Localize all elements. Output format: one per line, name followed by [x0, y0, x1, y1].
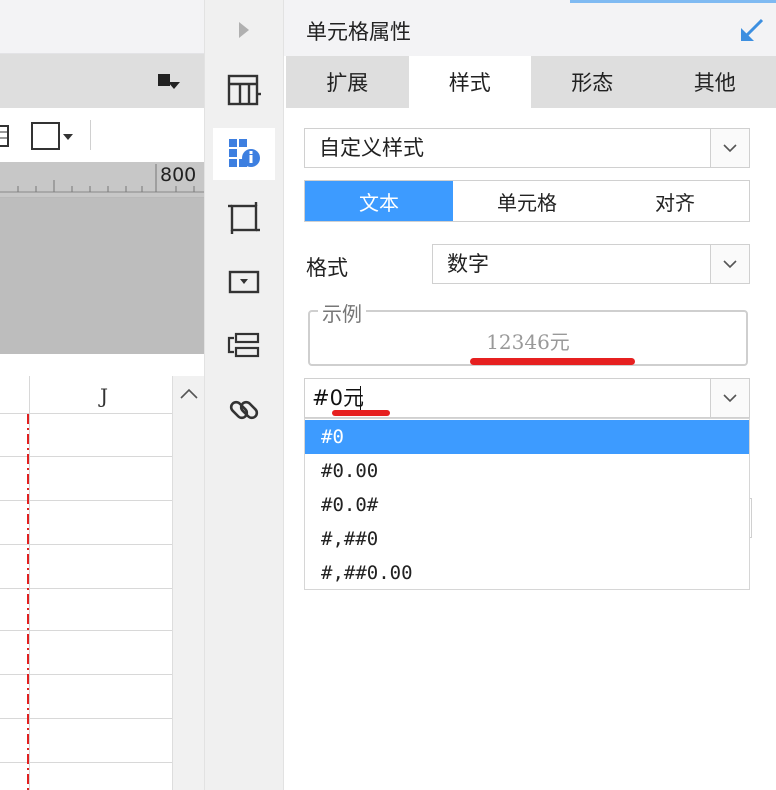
style-preset-value: 自定义样式 [319, 136, 424, 160]
subtab-cell[interactable]: 单元格 [453, 181, 601, 221]
dock-panel-button[interactable] [738, 16, 766, 44]
chevron-up-icon [180, 388, 198, 399]
grid-row-line [0, 630, 172, 631]
tab-style[interactable]: 样式 [408, 56, 531, 108]
scroll-up-button[interactable] [172, 376, 204, 410]
designer-toolbar [0, 108, 204, 162]
strip-hyperlink[interactable] [213, 384, 275, 436]
table-layout-icon [227, 74, 261, 106]
arrow-down-left-icon [741, 18, 764, 41]
grid-row-line [0, 588, 172, 589]
panel-title: 单元格属性 [306, 20, 411, 44]
strip-border[interactable] [213, 192, 275, 244]
border-dropdown-icon[interactable] [30, 120, 76, 152]
ruler-label: 800 [160, 164, 197, 186]
subtab-text[interactable]: 文本 [305, 181, 453, 221]
focus-highlight-line [570, 0, 776, 3]
column-header-row: J [0, 376, 172, 414]
cell-info-icon [229, 139, 260, 167]
example-preview-value: 12346元 [486, 330, 570, 354]
style-preset-dropdown-button[interactable] [710, 129, 749, 167]
vertical-scrollbar[interactable] [172, 410, 204, 790]
grid-gap [0, 354, 204, 376]
grid-row-line [0, 544, 172, 545]
grid-row-line [0, 456, 172, 457]
pattern-option[interactable]: #0.0# [305, 488, 749, 522]
format-label: 格式 [306, 256, 348, 280]
horizontal-ruler: 800 [0, 162, 204, 198]
annotation-underline [332, 410, 390, 416]
column-header-j[interactable]: J [100, 384, 108, 408]
strip-condition[interactable] [213, 320, 275, 372]
format-type-dropdown-button[interactable] [710, 245, 749, 283]
style-subtabs: 文本 单元格 对齐 [304, 180, 750, 222]
spreadsheet-grid[interactable] [0, 414, 172, 790]
expand-strip-button[interactable] [213, 4, 275, 56]
grid-row-line [0, 674, 172, 675]
tab-expand[interactable]: 扩展 [286, 56, 409, 108]
tab-form[interactable]: 形态 [531, 56, 654, 108]
grid-row-line [0, 762, 172, 763]
border-frame-icon [228, 202, 260, 234]
grid-row-line [0, 718, 172, 719]
style-preset-select[interactable]: 自定义样式 [304, 128, 750, 168]
table-tool-icon[interactable] [0, 122, 12, 150]
design-canvas[interactable] [0, 198, 204, 354]
collapse-icon [158, 74, 180, 89]
pattern-option[interactable]: #,##0.00 [305, 556, 749, 590]
conditional-attribute-icon [227, 332, 260, 358]
designer-title-strip [0, 0, 204, 54]
property-tabs: 扩展 样式 形态 其他 [286, 56, 776, 108]
format-type-select[interactable]: 数字 [432, 244, 750, 284]
chevron-down-icon [723, 144, 737, 153]
page-break-line [27, 414, 29, 790]
tab-other[interactable]: 其他 [654, 56, 776, 108]
chevron-down-icon [723, 260, 737, 269]
dropdown-widget-icon [228, 270, 260, 294]
caret-right-icon [239, 22, 249, 38]
strip-cell-layout[interactable] [213, 64, 275, 116]
pattern-option[interactable]: #0 [305, 420, 749, 454]
format-pattern-options: #0 #0.00 #0.0# #,##0 #,##0.00 [304, 418, 750, 590]
text-caret [360, 386, 361, 410]
pattern-option[interactable]: #0.00 [305, 454, 749, 488]
annotation-underline [470, 358, 635, 365]
property-icon-strip [204, 0, 284, 790]
strip-cell-properties[interactable] [213, 128, 275, 180]
pattern-option[interactable]: #,##0 [305, 522, 749, 556]
example-legend: 示例 [318, 298, 366, 327]
toolbar-divider [90, 120, 91, 150]
format-type-value: 数字 [447, 252, 489, 276]
link-icon [229, 400, 259, 420]
strip-widget[interactable] [213, 256, 275, 308]
subtab-align[interactable]: 对齐 [601, 181, 749, 221]
format-pattern-dropdown-button[interactable] [710, 379, 749, 417]
chevron-down-icon [723, 394, 737, 403]
grid-row-line [0, 500, 172, 501]
collapse-panel-button[interactable] [156, 70, 182, 92]
